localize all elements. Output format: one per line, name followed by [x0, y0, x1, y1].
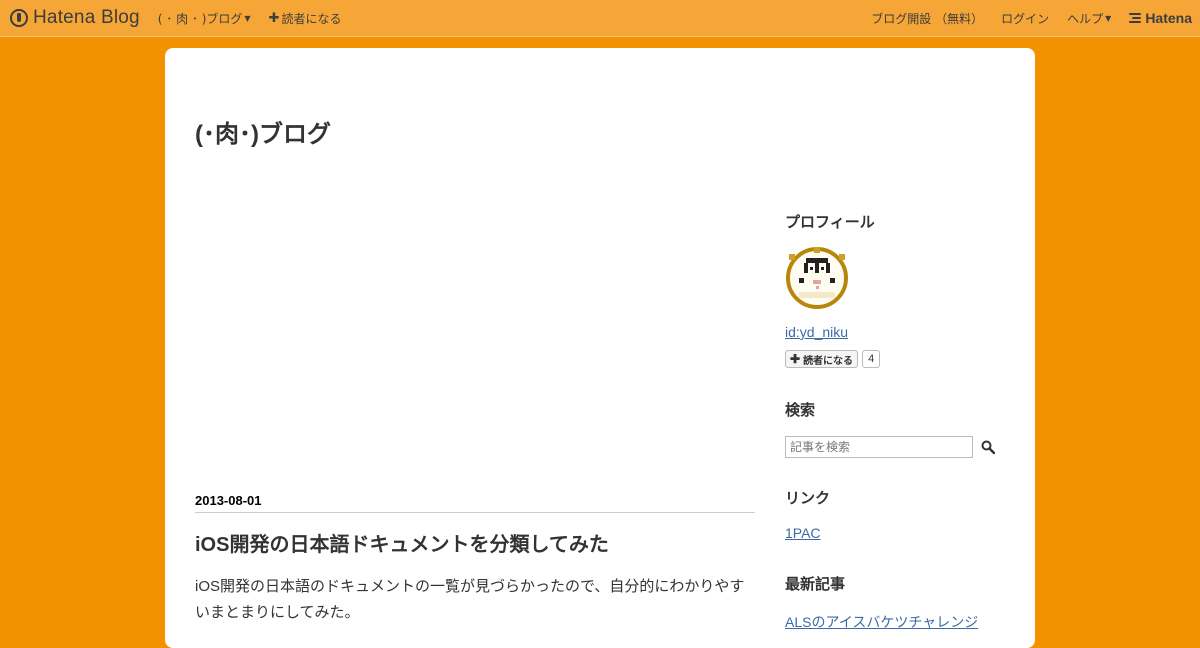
entry-body: iOS開発の日本語のドキュメントの一覧が見づらかったので、自分的にわかりやすいま…	[195, 578, 745, 621]
subscribe-label: 読者になる	[281, 11, 342, 26]
avatar[interactable]	[785, 246, 849, 310]
blog-title[interactable]: (･肉･)ブログ	[195, 114, 331, 149]
header-right: ブログ開設 （無料） ログイン ヘルプ ▼ Hatena	[853, 10, 1192, 27]
blog-menu-label: ( ･ 肉 ･ )ブログ	[157, 11, 243, 26]
blog-menu[interactable]: ( ･ 肉 ･ )ブログ ▼	[158, 10, 251, 27]
recent-entries-title: 最新記事	[785, 576, 846, 593]
hatena-blog-logo[interactable]: Hatena Blog	[10, 7, 140, 29]
search-icon[interactable]	[981, 440, 995, 454]
caret-down-icon: ▼	[244, 13, 251, 23]
help-menu[interactable]: ヘルプ ▼	[1067, 10, 1111, 27]
subscriber-count[interactable]: 4	[862, 350, 881, 368]
search-title: 検索	[785, 402, 816, 419]
links-title: リンク	[785, 490, 831, 507]
profile-subscribe: ✚ 読者になる 4	[785, 350, 881, 368]
caret-down-icon: ▼	[1105, 13, 1112, 23]
subscribe-button[interactable]: ✚ 読者になる	[785, 350, 859, 368]
hatena-blog-logo-icon	[10, 9, 28, 27]
search-input[interactable]	[785, 436, 973, 458]
hatena-logo[interactable]: Hatena	[1129, 10, 1192, 26]
entry-date[interactable]: 2013-08-01	[195, 493, 755, 513]
blog-container: (･肉･)ブログ 2013-08-01 iOS開発の日本語ドキュメントを分類して…	[165, 48, 1035, 648]
global-header: Hatena Blog ( ･ 肉 ･ )ブログ ▼ ✚ 読者になる ブログ開設…	[0, 0, 1200, 37]
plus-icon: ✚	[268, 10, 280, 26]
login-link[interactable]: ログイン	[1001, 10, 1049, 27]
profile-title: プロフィール	[785, 214, 875, 231]
plus-icon: ✚	[790, 352, 801, 366]
entry-title[interactable]: iOS開発の日本語ドキュメントを分類してみた	[195, 528, 755, 557]
hatena-word: Hatena	[1145, 10, 1192, 26]
profile-id-link[interactable]: id:yd_niku	[785, 324, 848, 340]
logo-text: Hatena Blog	[33, 7, 140, 28]
help-label: ヘルプ	[1067, 11, 1104, 26]
subscribe-button-label: 読者になる	[803, 355, 854, 367]
hatena-mark-icon	[1129, 13, 1142, 23]
start-blog-link[interactable]: ブログ開設 （無料）	[871, 10, 983, 27]
link-1pac[interactable]: 1PAC	[785, 525, 821, 541]
recent-entry-link[interactable]: ALSのアイスバケツチャレンジ	[785, 612, 978, 632]
subscribe-link[interactable]: ✚ 読者になる	[269, 10, 342, 27]
